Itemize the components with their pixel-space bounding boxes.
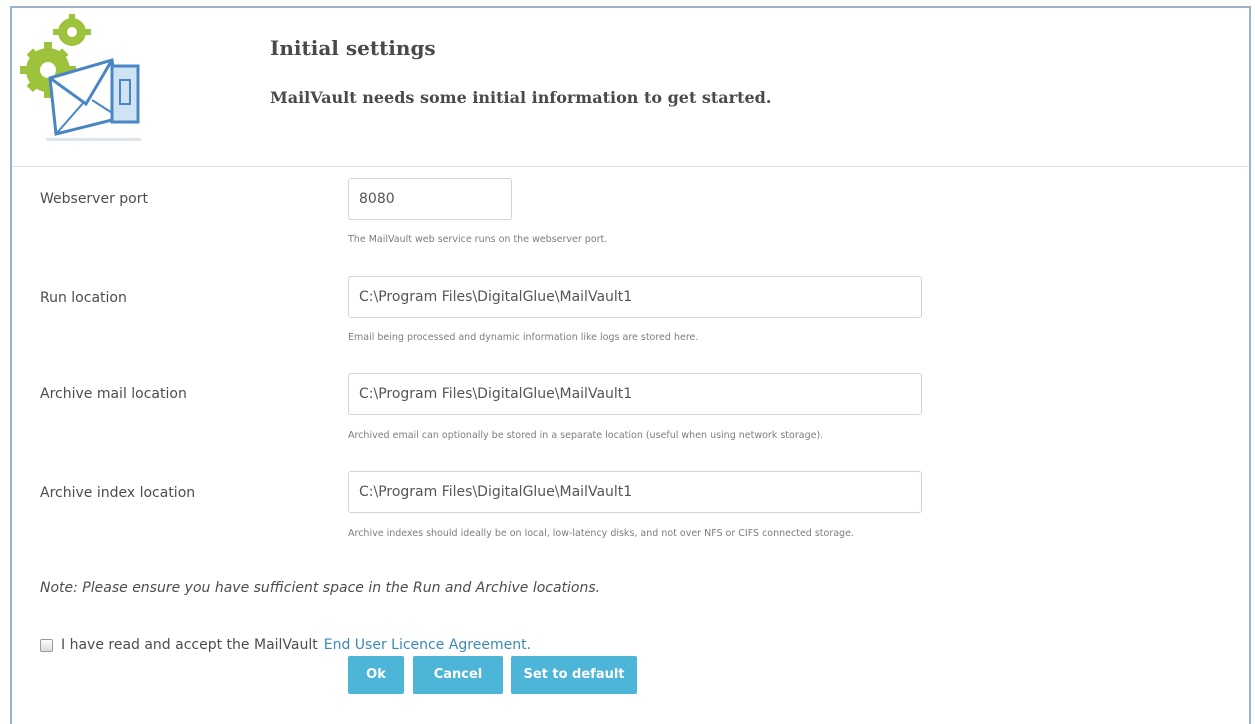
run-location-label: Run location (40, 290, 127, 306)
archive-mail-location-help: Archived email can optionally be stored … (348, 430, 824, 441)
archive-index-location-label: Archive index location (40, 485, 196, 501)
archive-index-location-help: Archive indexes should ideally be on loc… (348, 528, 854, 539)
run-location-input[interactable]: C:\Program Files\DigitalGlue\MailVault1 (348, 276, 922, 318)
mailvault-logo-icon (20, 14, 140, 136)
eula-link[interactable]: End User Licence Agreement. (324, 637, 531, 653)
archive-mail-location-input[interactable]: C:\Program Files\DigitalGlue\MailVault1 (348, 373, 922, 415)
eula-agreement: I have read and accept the MailVault End… (40, 637, 531, 653)
run-location-help: Email being processed and dynamic inform… (348, 332, 699, 343)
cancel-button[interactable]: Cancel (413, 656, 503, 694)
webserver-port-label: Webserver port (40, 191, 148, 207)
eula-checkbox[interactable] (40, 638, 53, 652)
archive-mail-location-label: Archive mail location (40, 386, 187, 402)
set-to-default-button[interactable]: Set to default (511, 656, 637, 694)
space-note: Note: Please ensure you have sufficient … (40, 580, 601, 596)
ok-button[interactable]: Ok (348, 656, 404, 694)
page-header: Initial settings MailVault needs some in… (12, 8, 1249, 167)
webserver-port-help: The MailVault web service runs on the we… (348, 234, 608, 245)
logo-underline (46, 138, 141, 141)
page-subtitle: MailVault needs some initial information… (270, 88, 772, 107)
page-title: Initial settings (270, 36, 436, 60)
archive-index-location-input[interactable]: C:\Program Files\DigitalGlue\MailVault1 (348, 471, 922, 513)
eula-text: I have read and accept the MailVault (61, 637, 318, 653)
webserver-port-input[interactable]: 8080 (348, 178, 512, 220)
